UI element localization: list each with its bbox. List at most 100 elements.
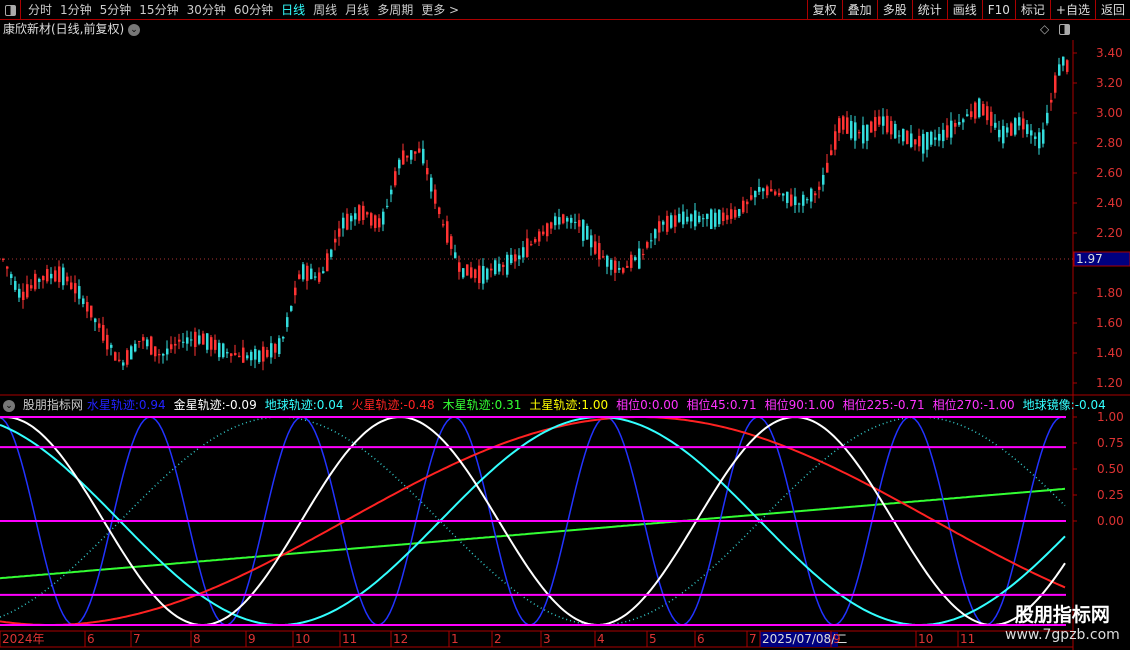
date-label: 9 <box>833 632 841 646</box>
candle <box>86 295 89 319</box>
candle <box>610 258 613 276</box>
candle <box>322 266 325 274</box>
candle <box>934 129 937 147</box>
stock-name: 康欣新材(日线,前复权) <box>3 22 125 36</box>
toolbar: 分时 1分钟 5分钟 15分钟 30分钟 60分钟 日线 周线 月线 多周期 更多 > 复权 叠加 多股… <box>0 0 1130 20</box>
candle <box>922 129 925 162</box>
candle <box>546 222 549 242</box>
candle <box>1018 112 1021 131</box>
stock-title[interactable]: 康欣新材(日线,前复权) ⌄ <box>3 21 141 37</box>
period-tab[interactable]: 15分钟 <box>135 0 182 19</box>
candle <box>290 305 293 313</box>
candle <box>606 254 609 275</box>
period-tab[interactable]: 日线 <box>277 0 309 19</box>
candle <box>474 268 477 283</box>
diamond-icon[interactable]: ◇ <box>1040 22 1049 36</box>
period-tab[interactable]: 周线 <box>309 0 341 19</box>
price-tick-label: 1.20 <box>1096 376 1123 390</box>
candle <box>658 215 661 242</box>
candle <box>930 130 933 147</box>
candle <box>754 190 757 206</box>
candle <box>1014 117 1017 137</box>
watermark-url: www.7gpzb.com <box>1005 627 1120 643</box>
candle <box>894 120 897 140</box>
candle <box>842 114 845 135</box>
candle <box>130 344 133 360</box>
candle <box>450 234 453 256</box>
period-tab[interactable]: 分时 <box>24 0 56 19</box>
layout-toggle-button[interactable] <box>0 0 21 20</box>
candle <box>434 184 437 210</box>
candle <box>534 236 537 244</box>
candle <box>678 207 681 224</box>
candle <box>874 110 877 138</box>
period-tab[interactable]: 1分钟 <box>56 0 96 19</box>
candle <box>1058 57 1061 76</box>
chart-canvas[interactable]: 3.40 3.20 3.00 2.80 2.60 2.40 2.20 1.80 1.60 1.40… <box>0 0 1130 650</box>
candle <box>466 264 469 276</box>
candle <box>958 113 961 127</box>
toolbar-button[interactable]: 复权 <box>806 0 842 20</box>
candle <box>354 207 357 226</box>
candle <box>826 153 829 173</box>
toolbar-button[interactable]: F10 <box>981 0 1015 20</box>
candle <box>674 209 677 234</box>
candle <box>662 219 665 232</box>
candle <box>902 128 905 146</box>
watermark-name: 股朋指标网 <box>1014 604 1110 626</box>
candle <box>950 112 953 145</box>
candle <box>442 219 445 228</box>
candle <box>998 120 1001 142</box>
candle <box>70 275 73 291</box>
candle <box>942 122 945 149</box>
candle <box>1030 123 1033 144</box>
period-tab[interactable]: 月线 <box>341 0 373 19</box>
candle <box>514 249 517 269</box>
period-tab[interactable]: 60分钟 <box>230 0 277 19</box>
date-label: 4 <box>597 632 605 646</box>
toolbar-button[interactable]: 叠加 <box>841 0 877 20</box>
toolbar-button[interactable]: 返回 <box>1094 0 1130 20</box>
candle <box>338 220 341 246</box>
candle <box>1038 128 1041 155</box>
candle <box>630 251 633 272</box>
panel-icon[interactable] <box>1059 24 1070 35</box>
toolbar-button[interactable]: 多股 <box>876 0 912 20</box>
chevron-down-icon[interactable]: ⌄ <box>128 23 141 36</box>
candle <box>574 213 577 230</box>
period-tab[interactable]: 更多 > <box>417 0 463 19</box>
candle <box>38 277 41 289</box>
period-tab[interactable]: 多周期 <box>373 0 417 19</box>
candle <box>378 214 381 233</box>
candle <box>582 219 585 247</box>
candle <box>510 247 513 265</box>
candle <box>786 191 789 209</box>
indicator-name[interactable]: 股朋指标网 <box>23 398 83 412</box>
candle <box>166 340 169 361</box>
candle <box>926 131 929 158</box>
candle <box>194 327 197 356</box>
toolbar-button[interactable]: +自选 <box>1049 0 1095 20</box>
date-label: 6 <box>697 632 705 646</box>
candle <box>274 342 277 360</box>
candle <box>538 228 541 246</box>
candle <box>186 330 189 351</box>
period-tab[interactable]: 5分钟 <box>96 0 136 19</box>
indicator-value: 金星轨迹:-0.09 <box>173 398 257 412</box>
candle <box>810 187 813 209</box>
candle <box>966 108 969 117</box>
toolbar-button[interactable]: 统计 <box>911 0 947 20</box>
candle <box>854 115 857 149</box>
candle <box>366 211 369 218</box>
candle <box>438 206 441 219</box>
candle <box>1054 72 1057 99</box>
toolbar-button[interactable]: 标记 <box>1014 0 1050 20</box>
candle <box>122 359 125 370</box>
chevron-down-icon[interactable]: ⌄ <box>3 399 15 412</box>
candle <box>686 209 689 225</box>
candle <box>282 335 285 343</box>
price-tick-label: 2.80 <box>1096 136 1123 150</box>
candle <box>142 334 145 350</box>
period-tab[interactable]: 30分钟 <box>183 0 230 19</box>
toolbar-button[interactable]: 画线 <box>946 0 982 20</box>
